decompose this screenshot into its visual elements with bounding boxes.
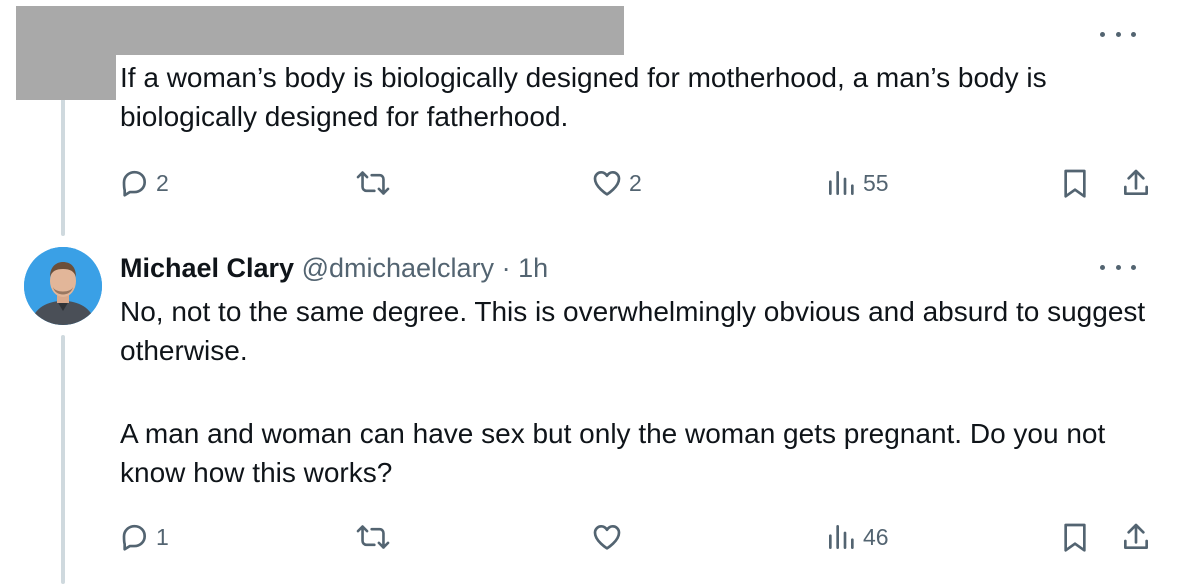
- like-count: 2: [629, 169, 642, 196]
- views-count: 46: [863, 523, 889, 550]
- thread-line-bottom: [61, 335, 65, 584]
- reply-count: 1: [156, 523, 169, 550]
- like-icon: [591, 167, 623, 199]
- bookmark-button[interactable]: [1060, 163, 1090, 203]
- tweet-header: Michael Clary @dmichaelclary · 1h: [120, 251, 548, 285]
- retweet-icon: [356, 167, 390, 199]
- more-icon: [1100, 31, 1105, 37]
- thread-line-top: [61, 98, 65, 236]
- retweet-button[interactable]: [356, 163, 390, 203]
- share-button[interactable]: [1120, 517, 1152, 557]
- bookmark-icon: [1060, 167, 1090, 199]
- like-button[interactable]: [591, 517, 623, 557]
- reply-button[interactable]: 2: [118, 163, 169, 203]
- share-icon: [1120, 521, 1152, 553]
- more-options-button-2[interactable]: [1100, 257, 1136, 277]
- more-icon: [1100, 264, 1105, 270]
- views-icon: [825, 167, 857, 199]
- views-count: 55: [863, 169, 889, 196]
- redacted-avatar: [16, 6, 116, 100]
- reply-icon: [118, 167, 150, 199]
- tweet-text: If a woman’s body is biologically design…: [120, 62, 1047, 132]
- tweet-actions: 2 2 55: [118, 163, 1158, 203]
- reply-button[interactable]: 1: [118, 517, 169, 557]
- like-icon: [591, 521, 623, 553]
- retweet-button[interactable]: [356, 517, 390, 557]
- tweet-text-paragraph-2: A man and woman can have sex but only th…: [120, 418, 1106, 488]
- views-button[interactable]: 46: [825, 517, 889, 557]
- views-icon: [825, 521, 857, 553]
- reply-count: 2: [156, 169, 169, 196]
- reply-icon: [118, 521, 150, 553]
- timestamp[interactable]: 1h: [518, 253, 548, 283]
- author-handle[interactable]: @dmichaelclary: [302, 253, 494, 283]
- retweet-icon: [356, 521, 390, 553]
- bookmark-button[interactable]: [1060, 517, 1090, 557]
- share-icon: [1120, 167, 1152, 199]
- avatar[interactable]: [24, 247, 102, 325]
- tweet-text-paragraph-1: No, not to the same degree. This is over…: [120, 296, 1146, 366]
- views-button[interactable]: 55: [825, 163, 889, 203]
- author-name[interactable]: Michael Clary: [120, 253, 294, 283]
- more-options-button[interactable]: [1100, 24, 1136, 44]
- bookmark-icon: [1060, 521, 1090, 553]
- tweet-actions-2: 1 46: [118, 517, 1158, 557]
- share-button[interactable]: [1120, 163, 1152, 203]
- separator-dot: ·: [501, 253, 511, 283]
- like-button[interactable]: 2: [591, 163, 642, 203]
- redacted-author: [116, 6, 624, 55]
